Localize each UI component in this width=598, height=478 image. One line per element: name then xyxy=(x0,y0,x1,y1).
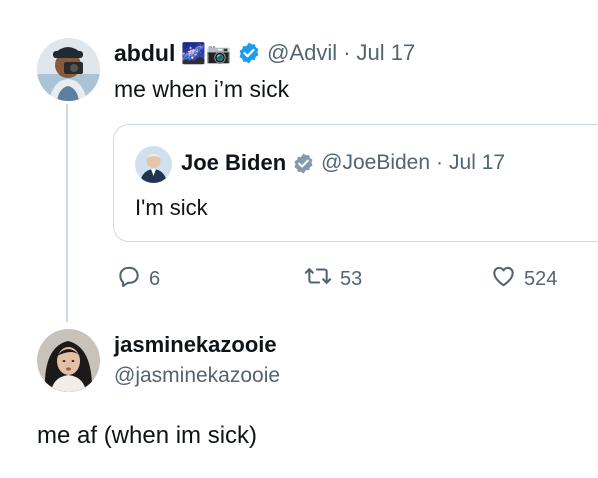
like-button[interactable]: 524 xyxy=(490,263,557,295)
reply-author-avatar[interactable] xyxy=(37,329,100,392)
retweet-button[interactable]: 53 xyxy=(303,263,362,295)
quoted-author-name[interactable]: Joe Biden xyxy=(181,150,286,176)
reply-count: 6 xyxy=(149,267,161,290)
tweet-text: me when i’m sick xyxy=(114,76,290,102)
retweet-icon xyxy=(303,263,333,295)
tweet-author-handle[interactable]: @Advil xyxy=(267,40,337,66)
reply-button[interactable]: 6 xyxy=(116,263,160,295)
author-emoji-decoration: 🌌📷 xyxy=(181,42,232,65)
thread-connector-line xyxy=(66,104,68,322)
verified-badge-icon xyxy=(237,41,261,65)
quoted-tweet-header: Joe Biden @JoeBiden · Jul 17 xyxy=(181,149,505,177)
quoted-tweet-text: I'm sick xyxy=(135,195,208,220)
reply-text: me af (when im sick) xyxy=(37,422,258,449)
like-count: 524 xyxy=(524,267,558,290)
tweet-header: abdul 🌌📷 @Advil · Jul 17 xyxy=(114,38,415,68)
retweet-count: 53 xyxy=(340,267,363,290)
tweet-date[interactable]: Jul 17 xyxy=(357,40,416,66)
quoted-author-handle[interactable]: @JoeBiden xyxy=(321,151,430,175)
reply-author-handle[interactable]: @jasminekazooie xyxy=(114,364,280,388)
government-verified-badge-icon xyxy=(292,152,315,175)
quoted-tweet-date[interactable]: Jul 17 xyxy=(449,151,505,175)
tweet-author-avatar[interactable] xyxy=(37,38,100,101)
reply-author-name[interactable]: jasminekazooie xyxy=(114,332,277,358)
quoted-author-avatar[interactable] xyxy=(135,146,172,183)
quoted-separator-dot: · xyxy=(436,151,444,174)
reply-icon xyxy=(116,263,142,295)
quoted-tweet-card[interactable]: Joe Biden @JoeBiden · Jul 17 I'm sick xyxy=(113,124,598,242)
heart-icon xyxy=(490,263,517,295)
tweet-author-name[interactable]: abdul xyxy=(114,40,175,67)
separator-dot: · xyxy=(343,40,351,65)
